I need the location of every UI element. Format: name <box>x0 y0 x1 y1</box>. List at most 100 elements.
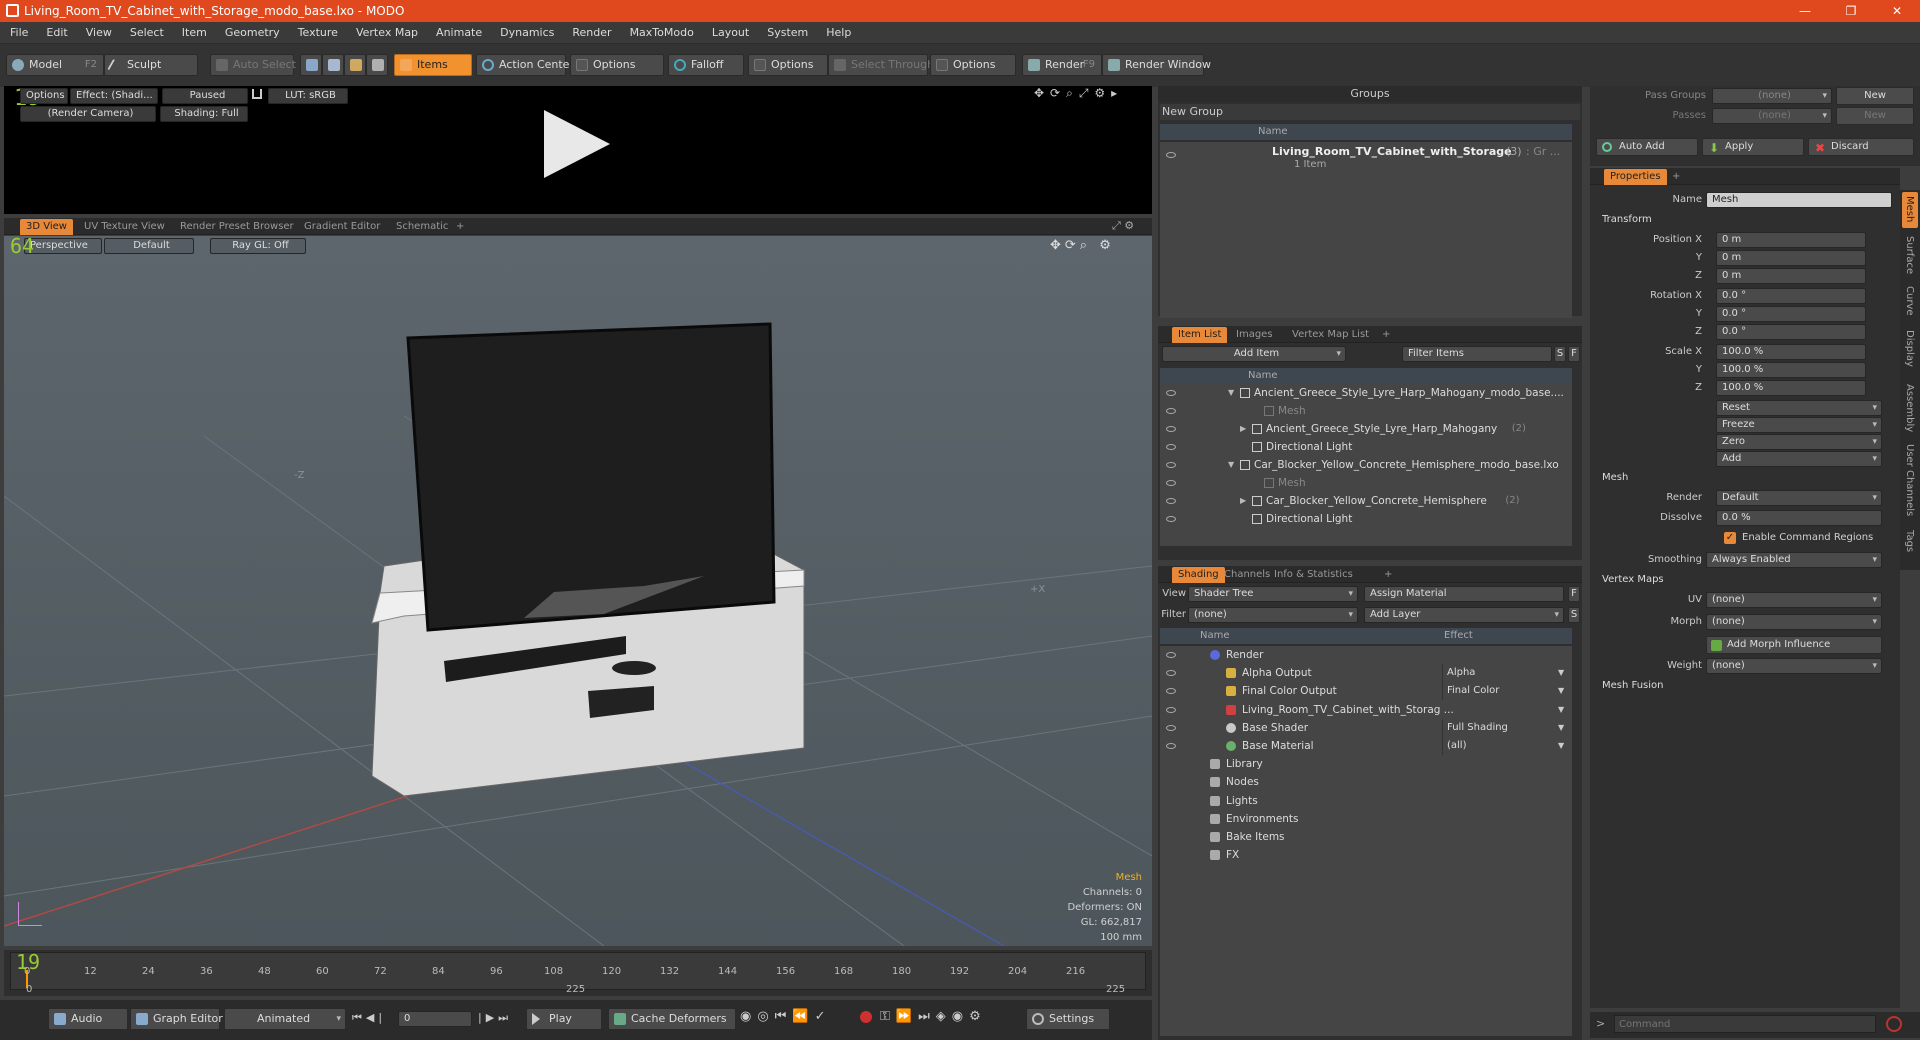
filter-f-button[interactable]: F <box>1568 346 1580 362</box>
apply-button[interactable]: ⬇ Apply <box>1702 138 1804 156</box>
menu-geometry[interactable]: Geometry <box>216 22 289 44</box>
command-input[interactable] <box>1614 1015 1876 1033</box>
lock-icon[interactable] <box>252 89 262 99</box>
shader-effect-dropdown[interactable]: (all) <box>1442 737 1568 755</box>
side-tab-user-channels[interactable]: User Channels <box>1904 444 1915 516</box>
morph-dropdown[interactable]: (none) <box>1706 614 1882 630</box>
shading-s-button[interactable]: S <box>1568 607 1580 623</box>
visibility-eye-icon[interactable] <box>1166 688 1176 695</box>
menu-help[interactable]: Help <box>817 22 860 44</box>
item-list-row[interactable]: ▶ Car_Blocker_Yellow_Concrete_Hemisphere (… <box>1160 492 1572 510</box>
visibility-eye-icon[interactable] <box>1166 516 1176 522</box>
shader-tree-row[interactable]: Nodes <box>1160 773 1572 791</box>
key-nav-icons[interactable]: ⚿⏩⏭◈◉⚙ <box>880 1009 987 1024</box>
filter-s-button[interactable]: S <box>1554 346 1566 362</box>
tab-uv-texture-view[interactable]: UV Texture View <box>78 219 171 235</box>
add-morph-influence-button[interactable]: Add Morph Influence <box>1706 636 1882 654</box>
transform-section[interactable]: Transform <box>1602 212 1652 228</box>
edge-mode-button[interactable] <box>322 54 344 76</box>
visibility-eye-icon[interactable] <box>1166 426 1176 432</box>
expand-arrow-icon[interactable]: ▼ <box>1228 384 1234 402</box>
add-tab-button[interactable]: + <box>450 219 470 235</box>
visibility-eye-icon[interactable] <box>1166 498 1176 504</box>
view-dropdown[interactable]: Shader Tree <box>1188 586 1358 602</box>
add-layer-dropdown[interactable]: Add Layer <box>1364 607 1564 623</box>
menu-texture[interactable]: Texture <box>289 22 347 44</box>
select-through-button[interactable]: Select Through <box>828 54 934 76</box>
item-list-row[interactable]: Directional Light <box>1160 510 1572 528</box>
menu-layout[interactable]: Layout <box>703 22 758 44</box>
position-z-input[interactable]: 0 m <box>1716 268 1866 284</box>
graph-editor-button[interactable]: Graph Editor <box>130 1008 223 1030</box>
3d-viewport[interactable]: -Z Perspective Default Ray GL: Off 64 ✥⟳… <box>4 236 1152 946</box>
chevron-down-icon[interactable]: ▼ <box>1558 701 1564 719</box>
menu-file[interactable]: File <box>0 22 37 44</box>
add-shading-tab-button[interactable]: + <box>1378 567 1398 583</box>
material-mode-button[interactable] <box>366 54 388 76</box>
transport-forward-icons[interactable]: |▶⏭ <box>478 1011 512 1025</box>
model-mode-button[interactable]: Model F2 <box>6 54 104 76</box>
maximize-button[interactable]: ❐ <box>1828 0 1874 22</box>
menu-vertex-map[interactable]: Vertex Map <box>347 22 427 44</box>
position-x-input[interactable]: 0 m <box>1716 232 1866 248</box>
settings-button[interactable]: Settings <box>1026 1008 1110 1030</box>
preview-effect-dropdown[interactable]: Effect: (Shadi... <box>70 88 158 104</box>
freeze-dropdown[interactable]: Freeze <box>1716 417 1882 433</box>
menu-view[interactable]: View <box>77 22 121 44</box>
visibility-eye-icon[interactable] <box>1166 390 1176 396</box>
transport-back-icons[interactable]: ⏮◀| <box>352 1011 386 1025</box>
audio-button[interactable]: Audio <box>48 1008 128 1030</box>
item-list-row[interactable]: Mesh <box>1160 402 1572 420</box>
tab-3d-view[interactable]: 3D View <box>20 219 73 235</box>
rotation-z-input[interactable]: 0.0 ° <box>1716 324 1866 340</box>
chevron-down-icon[interactable]: ▼ <box>1558 682 1564 700</box>
shader-tree-row[interactable]: Base Shader Full Shading ▼ <box>1160 718 1572 737</box>
chevron-down-icon[interactable]: ▼ <box>1558 664 1564 682</box>
auto-select-button[interactable]: Auto Select <box>210 54 296 76</box>
menu-render[interactable]: Render <box>563 22 620 44</box>
new-pass-button[interactable]: New <box>1836 107 1914 125</box>
menu-select[interactable]: Select <box>121 22 173 44</box>
auto-add-button[interactable]: Auto Add <box>1596 138 1698 156</box>
shader-tree-row[interactable]: Library <box>1160 755 1572 773</box>
item-list-row[interactable]: Directional Light <box>1160 438 1572 456</box>
shading-f-button[interactable]: F <box>1568 586 1580 602</box>
perspective-dropdown[interactable]: Perspective <box>24 238 102 254</box>
vertex-mode-button[interactable] <box>300 54 322 76</box>
visibility-eye-icon[interactable] <box>1166 408 1176 414</box>
raygl-toggle[interactable]: Ray GL: Off <box>210 238 306 254</box>
animated-dropdown[interactable]: Animated <box>224 1008 346 1030</box>
menu-maxtomodo[interactable]: MaxToModo <box>621 22 703 44</box>
add-dropdown[interactable]: Add <box>1716 451 1882 467</box>
filter-items-input[interactable]: Filter Items <box>1402 346 1552 362</box>
items-mode-button[interactable]: Items <box>394 54 472 76</box>
render-button[interactable]: Render F9 <box>1022 54 1102 76</box>
tab-schematic[interactable]: Schematic <box>390 219 454 235</box>
menu-edit[interactable]: Edit <box>37 22 76 44</box>
side-tab-surface[interactable]: Surface <box>1904 236 1915 274</box>
shader-effect-dropdown[interactable]: Final Color <box>1442 682 1568 701</box>
discard-button[interactable]: ✖ Discard <box>1808 138 1914 156</box>
name-input[interactable]: Mesh <box>1706 192 1892 208</box>
smoothing-dropdown[interactable]: Always Enabled <box>1706 552 1882 568</box>
visibility-eye-icon[interactable] <box>1166 743 1176 749</box>
scale-x-input[interactable]: 100.0 % <box>1716 344 1866 360</box>
filter-dropdown[interactable]: (none) <box>1188 607 1358 623</box>
weight-dropdown[interactable]: (none) <box>1706 658 1882 674</box>
shader-tree-row[interactable]: Bake Items <box>1160 828 1572 846</box>
passes-dropdown[interactable]: (none) <box>1712 108 1832 124</box>
menu-animate[interactable]: Animate <box>427 22 491 44</box>
render-dropdown[interactable]: Default <box>1716 490 1882 506</box>
visibility-eye-icon[interactable] <box>1166 706 1176 713</box>
scale-z-input[interactable]: 100.0 % <box>1716 380 1866 396</box>
pass-groups-dropdown[interactable]: (none) <box>1712 88 1832 104</box>
command-stop-icon[interactable] <box>1886 1016 1902 1032</box>
expand-arrow-icon[interactable]: ▶ <box>1240 492 1246 510</box>
shader-tree-row[interactable]: FX <box>1160 846 1572 864</box>
cache-deformers-button[interactable]: Cache Deformers <box>608 1008 736 1030</box>
viewport-maximize-icon[interactable]: ⤢ ⚙ <box>1112 219 1134 233</box>
expand-arrow-icon[interactable]: ▼ <box>1228 456 1234 474</box>
action-center-button[interactable]: Action Center <box>476 54 574 76</box>
rotation-x-input[interactable]: 0.0 ° <box>1716 288 1866 304</box>
preview-nav-icons[interactable]: ✥⟳⌕⤢⚙▸ <box>1034 86 1123 101</box>
